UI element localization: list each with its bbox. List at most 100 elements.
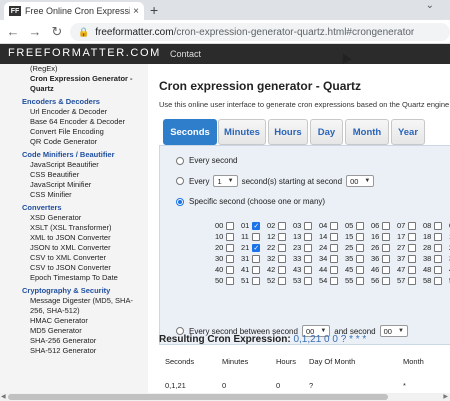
second-checkbox[interactable] [304,276,313,285]
second-option[interactable]: 41 [241,265,261,274]
second-option[interactable]: 56 [371,276,391,285]
sidebar-item[interactable]: SHA-256 Generator [0,336,148,346]
second-option[interactable]: 51 [241,276,261,285]
second-checkbox[interactable] [434,276,443,285]
second-checkbox[interactable] [434,221,443,230]
second-option[interactable]: 17 [397,232,417,241]
address-bar[interactable]: 🔒 freeformatter.com/cron-expression-gene… [70,23,450,41]
second-checkbox[interactable] [330,276,339,285]
second-checkbox[interactable] [304,232,313,241]
second-option[interactable]: 47 [397,265,417,274]
second-option[interactable]: 50 [215,276,235,285]
second-checkbox[interactable] [304,254,313,263]
sidebar-item[interactable]: HMAC Generator [0,316,148,326]
second-option[interactable]: 10 [215,232,235,241]
second-option[interactable]: 53 [293,276,313,285]
second-checkbox[interactable] [382,232,391,241]
tab-minutes[interactable]: Minutes [218,119,266,145]
scrollbar-thumb[interactable] [8,394,388,400]
second-option[interactable]: 16 [371,232,391,241]
second-checkbox[interactable] [252,265,261,274]
second-option[interactable]: 06 [371,221,391,230]
sidebar-item[interactable]: 256, SHA-512) [0,306,148,316]
second-checkbox[interactable] [356,254,365,263]
second-checkbox[interactable] [408,221,417,230]
sidebar-item[interactable]: Base 64 Encoder & Decoder [0,117,148,127]
tab-hours[interactable]: Hours [268,119,308,145]
second-checkbox[interactable] [251,232,260,241]
second-checkbox[interactable] [226,232,235,241]
scroll-right-icon[interactable]: ▶ [443,393,448,400]
second-option[interactable]: 23 [293,243,313,252]
option-specific-second[interactable]: Specific second (choose one or many) [176,197,325,206]
back-icon[interactable]: ← [4,24,22,39]
second-checkbox[interactable] [434,232,443,241]
second-checkbox[interactable] [304,221,313,230]
sidebar-item[interactable]: JSON to XML Converter [0,243,148,253]
second-option[interactable]: 11 [241,232,260,241]
second-checkbox[interactable] [278,254,287,263]
second-checkbox[interactable] [408,254,417,263]
second-checkbox[interactable] [278,243,287,252]
second-option[interactable]: 00 [215,221,235,230]
second-checkbox[interactable] [252,254,261,263]
sidebar-item[interactable]: XSD Generator [0,213,148,223]
second-checkbox[interactable] [226,243,235,252]
second-checkbox[interactable] [356,243,365,252]
second-checkbox[interactable] [304,265,313,274]
sidebar-item[interactable]: CSS Minifier [0,190,148,200]
second-option[interactable]: 27 [397,243,417,252]
tab-day[interactable]: Day [310,119,343,145]
second-checkbox[interactable] [408,243,417,252]
forward-icon[interactable]: → [26,24,44,39]
second-checkbox[interactable] [408,265,417,274]
second-checkbox[interactable] [382,265,391,274]
start-second-select[interactable]: 00 ▼ [346,175,375,187]
sidebar-item[interactable]: Quartz [0,84,148,94]
second-checkbox[interactable] [434,243,443,252]
tab-year[interactable]: Year [391,119,425,145]
radio-specific-second[interactable] [176,197,184,206]
second-option[interactable]: 40 [215,265,235,274]
second-option[interactable]: 22 [267,243,287,252]
second-option[interactable]: 20 [215,243,235,252]
second-checkbox[interactable] [226,276,235,285]
second-checkbox[interactable] [382,276,391,285]
second-checkbox[interactable] [382,221,391,230]
second-option[interactable]: 13 [293,232,313,241]
second-checkbox[interactable] [356,265,365,274]
second-option[interactable]: 25 [345,243,365,252]
horizontal-scrollbar[interactable]: ◀ ▶ [0,393,450,401]
second-checkbox[interactable] [356,276,365,285]
tab-month[interactable]: Month [345,119,389,145]
second-option[interactable]: 46 [371,265,391,274]
sidebar-item[interactable]: Message Digester (MD5, SHA- [0,296,148,306]
scroll-left-icon[interactable]: ◀ [1,393,6,400]
site-logo[interactable]: FREEFORMATTER.COM [8,47,161,59]
second-option[interactable]: 58 [423,276,443,285]
interval-select[interactable]: 1 ▼ [213,175,238,187]
second-checkbox[interactable] [330,232,339,241]
second-option[interactable]: 37 [397,254,417,263]
second-checkbox[interactable] [304,243,313,252]
sidebar-item[interactable]: JavaScript Beautifier [0,160,148,170]
second-option[interactable]: 01 ✓ [241,221,261,230]
second-option[interactable]: 28 [423,243,443,252]
sidebar-item[interactable]: MD5 Generator [0,326,148,336]
sidebar-item[interactable]: (RegEx) [0,64,148,74]
second-option[interactable]: 57 [397,276,417,285]
second-option[interactable]: 52 [267,276,287,285]
second-option[interactable]: 31 [241,254,261,263]
second-option[interactable]: 08 [423,221,443,230]
option-every-n-seconds[interactable]: Every 1 ▼ second(s) starting at second 00… [176,175,378,187]
second-option[interactable]: 02 [267,221,287,230]
second-checkbox[interactable] [330,254,339,263]
second-checkbox[interactable] [434,265,443,274]
lock-icon[interactable]: 🔒 [78,27,89,38]
second-option[interactable]: 12 [267,232,287,241]
second-option[interactable]: 30 [215,254,235,263]
second-option[interactable]: 44 [319,265,339,274]
second-option[interactable]: 35 [345,254,365,263]
second-checkbox[interactable] [330,243,339,252]
second-option[interactable]: 42 [267,265,287,274]
